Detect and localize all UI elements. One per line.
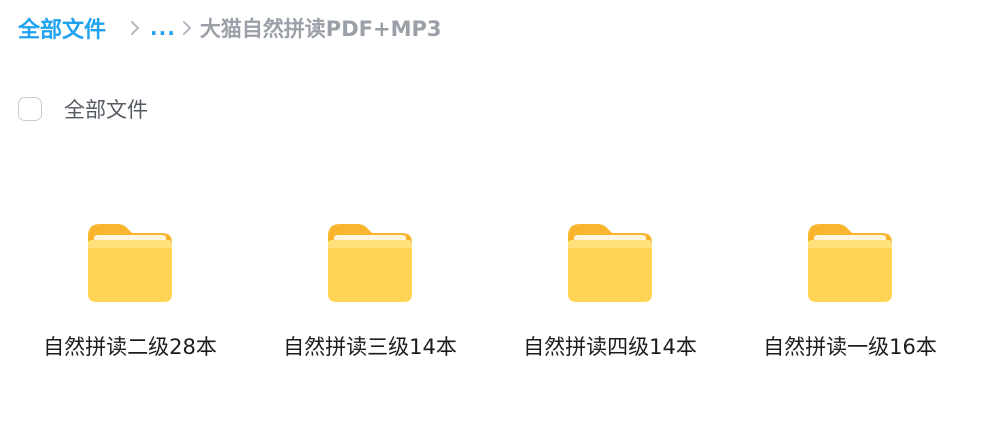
chevron-right-icon [182, 20, 192, 36]
breadcrumb-ellipsis-link[interactable]: ... [150, 16, 176, 40]
folder-item[interactable]: 自然拼读三级14本 [270, 212, 470, 364]
chevron-right-icon [130, 20, 140, 36]
select-all-label: 全部文件 [64, 98, 148, 122]
folder-icon [328, 224, 412, 302]
breadcrumb-root-link[interactable]: 全部文件 [18, 12, 106, 44]
select-all-checkbox[interactable] [18, 97, 42, 121]
folder-name[interactable]: 自然拼读四级14本 [515, 330, 705, 364]
breadcrumb-current: 大猫自然拼读PDF+MP3 [199, 17, 442, 41]
select-all-row: 全部文件 [18, 94, 148, 124]
folder-name[interactable]: 自然拼读二级28本 [35, 330, 225, 364]
folder-item[interactable]: 自然拼读一级16本 [750, 212, 950, 364]
folder-icon [808, 224, 892, 302]
folder-item[interactable]: 自然拼读二级28本 [30, 212, 230, 364]
folder-name[interactable]: 自然拼读一级16本 [755, 330, 945, 364]
folder-icon [568, 224, 652, 302]
folder-name[interactable]: 自然拼读三级14本 [275, 330, 465, 364]
folder-item[interactable]: 自然拼读四级14本 [510, 212, 710, 364]
folder-icon [88, 224, 172, 302]
breadcrumb: 全部文件 ... 大猫自然拼读PDF+MP3 [18, 12, 441, 44]
